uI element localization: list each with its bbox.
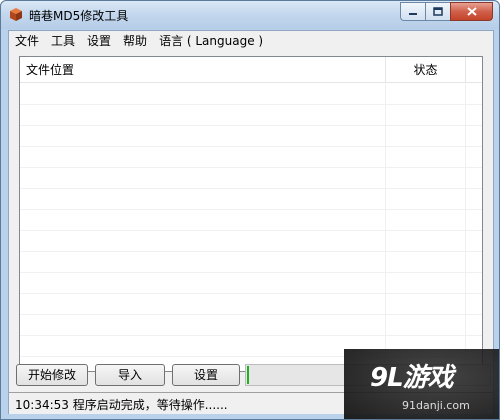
table-row[interactable]	[20, 147, 482, 168]
menu-file[interactable]: 文件	[9, 31, 45, 51]
cell-status	[386, 126, 466, 146]
cell-file-location	[20, 336, 386, 356]
menu-settings[interactable]: 设置	[81, 31, 117, 51]
column-file-location[interactable]: 文件位置	[20, 57, 386, 83]
list-header: 文件位置 状态	[20, 57, 482, 83]
close-button[interactable]	[450, 2, 493, 21]
app-cube-icon	[9, 7, 23, 22]
watermark-url: 91danji.com	[402, 399, 470, 412]
cell-file-location	[20, 168, 386, 188]
title-bar[interactable]: 暗巷MD5修改工具	[1, 1, 499, 29]
column-status[interactable]: 状态	[386, 57, 466, 83]
cell-file-location	[20, 84, 386, 104]
status-text: 10:34:53 程序启动完成，等待操作......	[15, 398, 228, 412]
cell-status	[386, 273, 466, 293]
file-list[interactable]: 文件位置 状态	[19, 56, 483, 372]
caption-buttons	[400, 2, 493, 21]
settings-button[interactable]: 设置	[172, 364, 240, 386]
start-modify-button[interactable]: 开始修改	[16, 364, 88, 386]
list-rows[interactable]	[20, 84, 482, 371]
table-row[interactable]	[20, 294, 482, 315]
app-window: 暗巷MD5修改工具 文件 工具 设置 帮助 语言 ( Language ) 文件…	[0, 0, 500, 420]
cell-status	[386, 84, 466, 104]
watermark-logo: 9L游戏	[370, 363, 454, 393]
cell-file-location	[20, 126, 386, 146]
table-row[interactable]	[20, 252, 482, 273]
cell-file-location	[20, 252, 386, 272]
cell-status	[386, 294, 466, 314]
table-row[interactable]	[20, 273, 482, 294]
menu-help[interactable]: 帮助	[117, 31, 153, 51]
table-row[interactable]	[20, 126, 482, 147]
minimize-button[interactable]	[400, 2, 425, 21]
table-row[interactable]	[20, 105, 482, 126]
progress-fill	[247, 366, 249, 384]
watermark: 9L游戏 91danji.com	[344, 349, 499, 419]
table-row[interactable]	[20, 189, 482, 210]
cell-status	[386, 168, 466, 188]
table-row[interactable]	[20, 210, 482, 231]
close-icon	[466, 7, 477, 16]
window-title: 暗巷MD5修改工具	[29, 9, 129, 23]
cell-status	[386, 189, 466, 209]
table-row[interactable]	[20, 315, 482, 336]
menu-tools[interactable]: 工具	[45, 31, 81, 51]
minimize-icon	[409, 12, 417, 15]
cell-status	[386, 252, 466, 272]
menu-bar: 文件 工具 设置 帮助 语言 ( Language )	[9, 31, 493, 51]
cell-file-location	[20, 315, 386, 335]
maximize-button[interactable]	[425, 2, 450, 21]
cell-status	[386, 147, 466, 167]
cell-file-location	[20, 273, 386, 293]
cell-status	[386, 231, 466, 251]
cell-file-location	[20, 105, 386, 125]
table-row[interactable]	[20, 231, 482, 252]
cell-file-location	[20, 147, 386, 167]
table-row[interactable]	[20, 84, 482, 105]
cell-status	[386, 210, 466, 230]
cell-file-location	[20, 189, 386, 209]
cell-file-location	[20, 210, 386, 230]
cell-file-location	[20, 231, 386, 251]
cell-status	[386, 105, 466, 125]
table-row[interactable]	[20, 168, 482, 189]
maximize-icon	[433, 7, 443, 16]
import-button[interactable]: 导入	[95, 364, 165, 386]
cell-status	[386, 315, 466, 335]
cell-file-location	[20, 294, 386, 314]
menu-language[interactable]: 语言 ( Language )	[153, 31, 269, 51]
